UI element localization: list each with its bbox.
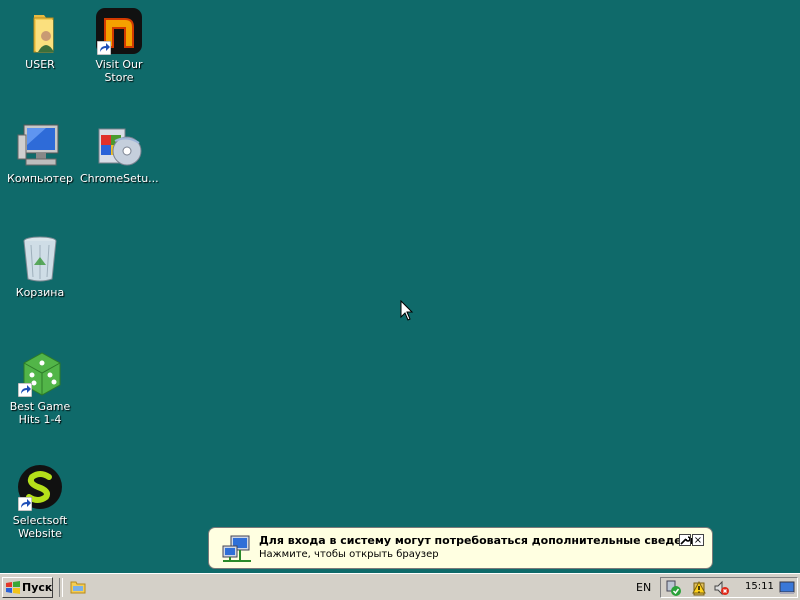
wrench-icon — [680, 536, 691, 545]
shortcut-arrow-icon — [18, 383, 32, 397]
desktop-icon-selectsoft-website[interactable]: Selectsoft Website — [0, 463, 80, 540]
balloon-text: Нажмите, чтобы открыть браузер — [259, 549, 439, 560]
desktop-icon-label: Selectsoft Website — [12, 514, 68, 540]
mouse-cursor-icon — [400, 300, 414, 321]
desktop-icon[interactable] — [779, 580, 795, 596]
quick-launch-separator — [59, 578, 63, 597]
desktop-icon-chrome-setup[interactable]: ChromeSetu... — [79, 121, 159, 185]
balloon-options-button[interactable] — [679, 534, 691, 546]
taskbar: Пуск EN 15:11 — [0, 573, 800, 600]
shortcut-arrow-icon — [18, 497, 32, 511]
selectsoft-logo-icon — [16, 463, 64, 511]
security-warning-icon[interactable] — [691, 580, 707, 596]
start-button[interactable]: Пуск — [2, 577, 53, 598]
desktop-icon-label: Компьютер — [7, 172, 73, 185]
start-label: Пуск — [22, 581, 53, 594]
network-check-icon[interactable] — [665, 580, 681, 596]
explorer-folder-icon[interactable] — [70, 579, 86, 595]
desktop-icon-recycle-bin[interactable]: Корзина — [0, 235, 80, 299]
volume-muted-icon[interactable] — [713, 580, 729, 596]
desktop-icon-best-game-hits[interactable]: Best Game Hits 1-4 — [0, 349, 80, 426]
notification-balloon[interactable]: Для входа в систему могут потребоваться … — [208, 527, 713, 583]
desktop-icon-user[interactable]: USER — [0, 7, 80, 71]
desktop-icon-label: Корзина — [15, 286, 65, 299]
computer-icon — [16, 121, 64, 169]
balloon-title: Для входа в систему могут потребоваться … — [259, 534, 705, 547]
desktop-icon-label: Visit Our Store — [95, 58, 143, 84]
desktop-icon-label: USER — [25, 58, 55, 71]
shortcut-arrow-icon — [97, 41, 111, 55]
balloon-close-button[interactable]: × — [692, 534, 704, 546]
store-logo-icon — [95, 7, 143, 55]
desktop-icon-computer[interactable]: Компьютер — [0, 121, 80, 185]
user-folder-icon — [16, 7, 64, 55]
clock[interactable]: 15:11 — [745, 581, 774, 592]
system-tray: 15:11 — [660, 577, 798, 598]
desktop[interactable]: USER Visit Our Store Компьютер ChromeSet… — [0, 0, 800, 583]
windows-flag-icon — [6, 581, 20, 594]
language-indicator[interactable]: EN — [636, 581, 651, 594]
desktop-icon-visit-our-store[interactable]: Visit Our Store — [79, 7, 159, 84]
recycle-bin-icon — [16, 235, 64, 283]
network-icon — [222, 535, 251, 562]
green-dice-icon — [16, 349, 64, 397]
installer-icon — [95, 121, 143, 169]
desktop-icon-label: ChromeSetu... — [80, 172, 159, 185]
desktop-icon-label: Best Game Hits 1-4 — [9, 400, 71, 426]
